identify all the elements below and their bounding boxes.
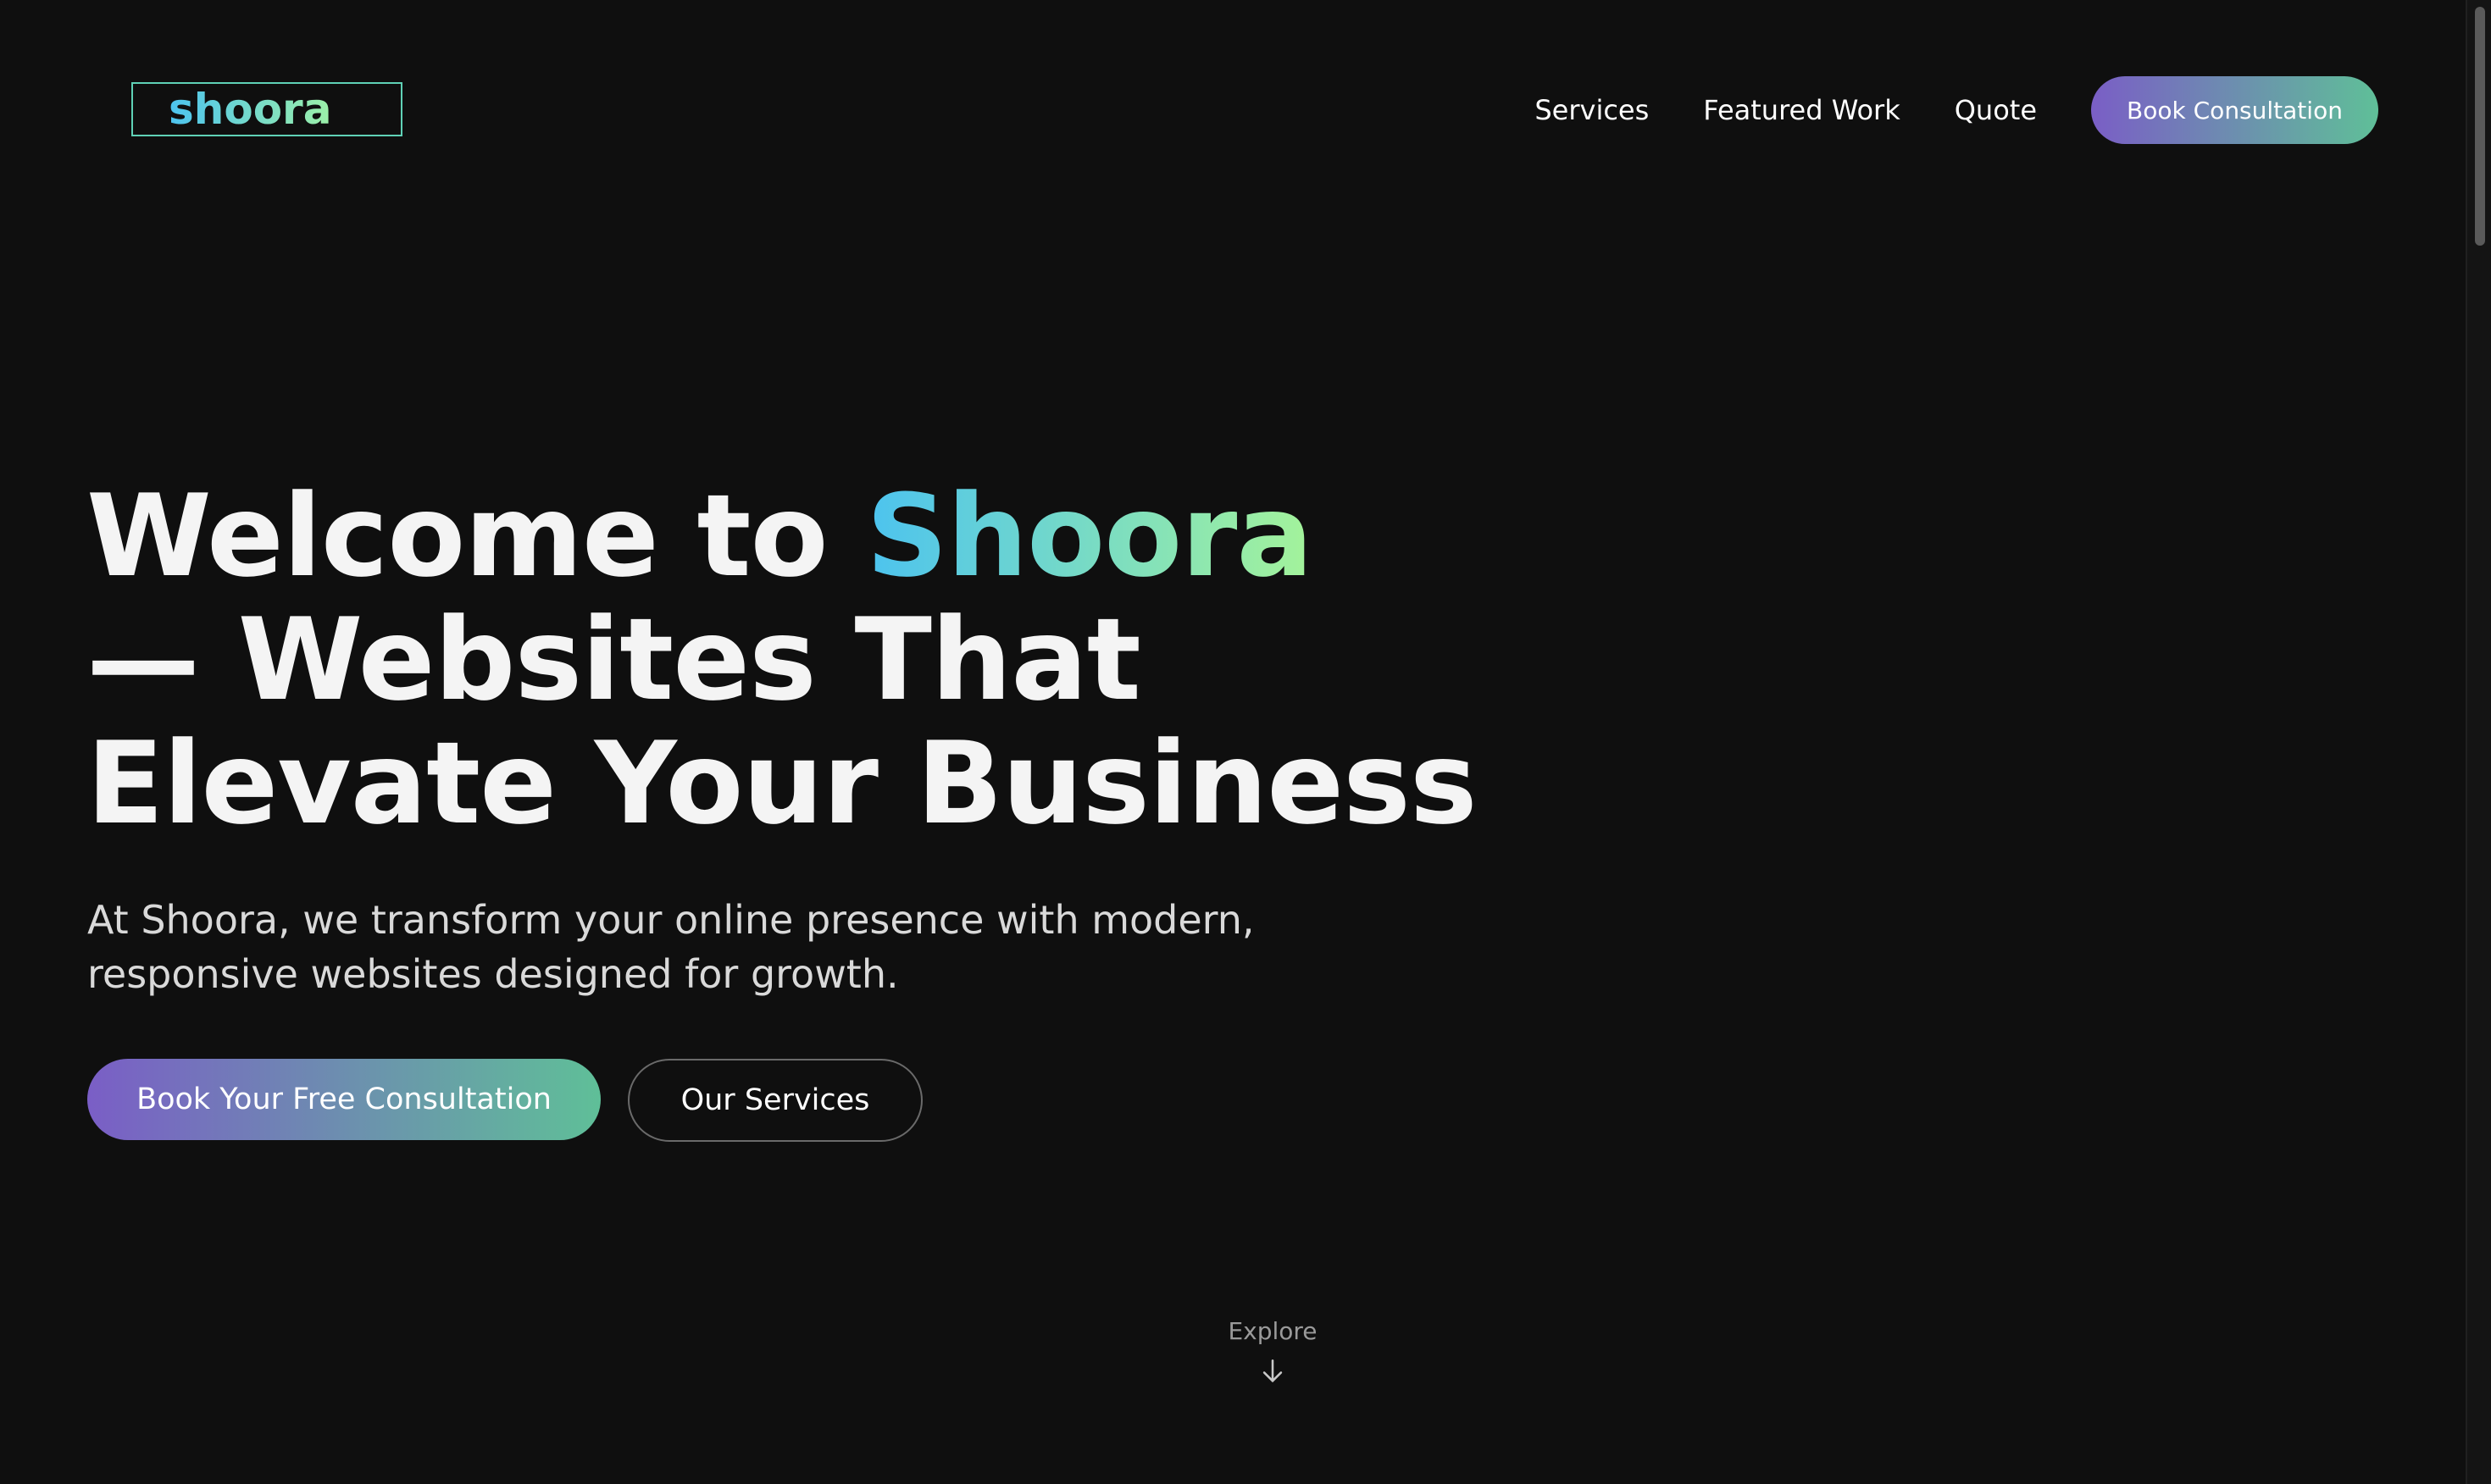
nav-link-services[interactable]: Services xyxy=(1534,94,1649,126)
book-consultation-button[interactable]: Book Consultation xyxy=(2091,76,2378,144)
logo-link[interactable]: shoora xyxy=(131,82,402,136)
our-services-button[interactable]: Our Services xyxy=(628,1059,923,1142)
main-nav: Services Featured Work Quote Book Consul… xyxy=(1534,76,2378,144)
hero-title: Welcome to Shoora — Websites That Elevat… xyxy=(86,474,1527,845)
hero-title-line-3: Elevate Your Business xyxy=(86,717,1478,850)
arrow-down-icon xyxy=(1262,1359,1283,1382)
page: shoora Services Featured Work Quote Book… xyxy=(0,0,2491,1484)
hero-title-prefix: Welcome to xyxy=(86,470,867,602)
scrollbar-thumb[interactable] xyxy=(2475,7,2485,246)
hero-title-line-2: — Websites That xyxy=(86,594,1141,726)
hero-title-highlight: Shoora xyxy=(866,470,1313,602)
book-free-consultation-button[interactable]: Book Your Free Consultation xyxy=(87,1059,601,1140)
nav-link-quote[interactable]: Quote xyxy=(1955,94,2037,126)
hero-subtitle: At Shoora, we transform your online pres… xyxy=(87,897,1255,997)
explore-label: Explore xyxy=(1228,1317,1318,1345)
hero-title-line-1: Welcome to Shoora xyxy=(86,474,1527,598)
logo-text: shoora xyxy=(169,85,332,134)
page-scrollbar[interactable] xyxy=(2466,0,2491,1484)
nav-link-featured-work[interactable]: Featured Work xyxy=(1703,94,1900,126)
explore-link[interactable]: Explore xyxy=(1146,1317,1400,1386)
